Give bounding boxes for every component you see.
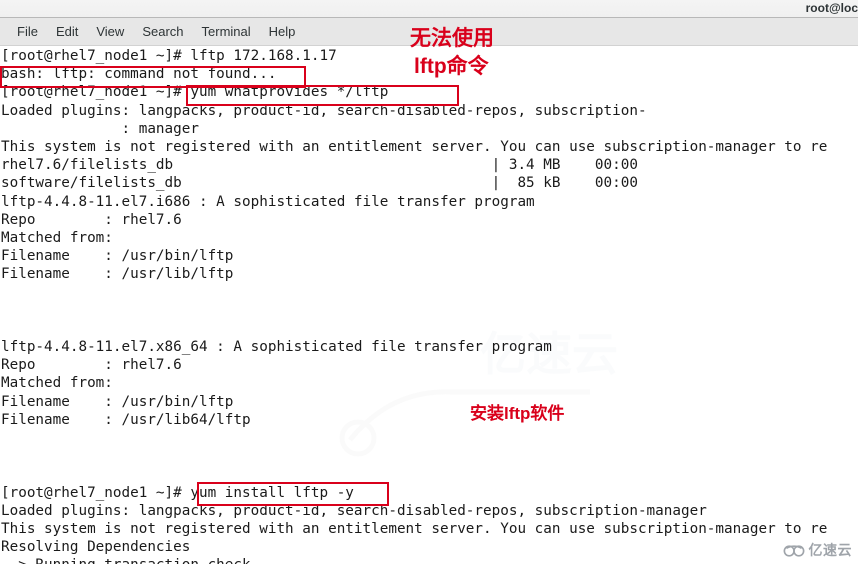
menu-item-edit[interactable]: Edit	[47, 22, 87, 41]
window-title: root@loc	[805, 1, 858, 15]
terminal-line: Filename : /usr/lib/lftp	[1, 266, 234, 283]
menu-item-help[interactable]: Help	[260, 22, 305, 41]
terminal-line: Filename : /usr/bin/lftp	[1, 393, 234, 410]
watermark-label: 亿速云	[808, 542, 852, 558]
terminal-output-area[interactable]: [root@rhel7_node1 ~]# lftp 172.168.1.17 b…	[0, 47, 858, 564]
terminal-line: rhel7.6/filelists_db | 3.4 MB 00:00	[1, 157, 638, 174]
menu-item-terminal[interactable]: Terminal	[193, 22, 260, 41]
terminal-line: Filename : /usr/bin/lftp	[1, 248, 234, 265]
terminal-line: This system is not registered with an en…	[1, 520, 828, 537]
annotation-lftp-command: lftp命令	[414, 55, 489, 78]
terminal-line: lftp-4.4.8-11.el7.x86_64 : A sophisticat…	[1, 339, 552, 355]
terminal-line: --> Running transaction check	[0, 556, 858, 564]
terminal-line: Repo : rhel7.6	[1, 357, 182, 374]
terminal-line: Resolving Dependencies	[1, 539, 191, 556]
terminal-line: Matched from:	[1, 375, 113, 392]
annotation-install-lftp: 安装lftp软件	[470, 404, 565, 423]
terminal-line: [root@rhel7_node1 ~]# yum whatprovides *…	[1, 84, 389, 101]
terminal-line: Loaded plugins: langpacks, product-id, s…	[1, 102, 647, 119]
terminal-lines: [root@rhel7_node1 ~]# lftp 172.168.1.17 b…	[0, 47, 858, 564]
terminal-line: software/filelists_db | 85 kB 00:00	[1, 175, 638, 192]
menu-item-search[interactable]: Search	[133, 22, 192, 41]
menu-item-view[interactable]: View	[87, 22, 133, 41]
terminal-line: Matched from:	[1, 229, 113, 246]
terminal-line: [root@rhel7_node1 ~]# yum install lftp -…	[1, 484, 354, 501]
terminal-line: lftp-4.4.8-11.el7.i686 : A sophisticated…	[1, 193, 535, 210]
terminal-line: Repo : rhel7.6	[1, 211, 182, 228]
terminal-line: : manager	[1, 120, 199, 137]
corner-watermark: 亿速云	[783, 540, 853, 560]
terminal-line: This system is not registered with an en…	[1, 138, 828, 155]
window-titlebar: root@loc	[0, 0, 858, 18]
annotation-cannot-use: 无法使用	[410, 27, 494, 50]
cloud-logo-icon	[783, 543, 805, 557]
terminal-line: Loaded plugins: langpacks, product-id, s…	[1, 502, 707, 519]
menu-item-file[interactable]: File	[8, 22, 47, 41]
terminal-line: Filename : /usr/lib64/lftp	[1, 411, 251, 428]
